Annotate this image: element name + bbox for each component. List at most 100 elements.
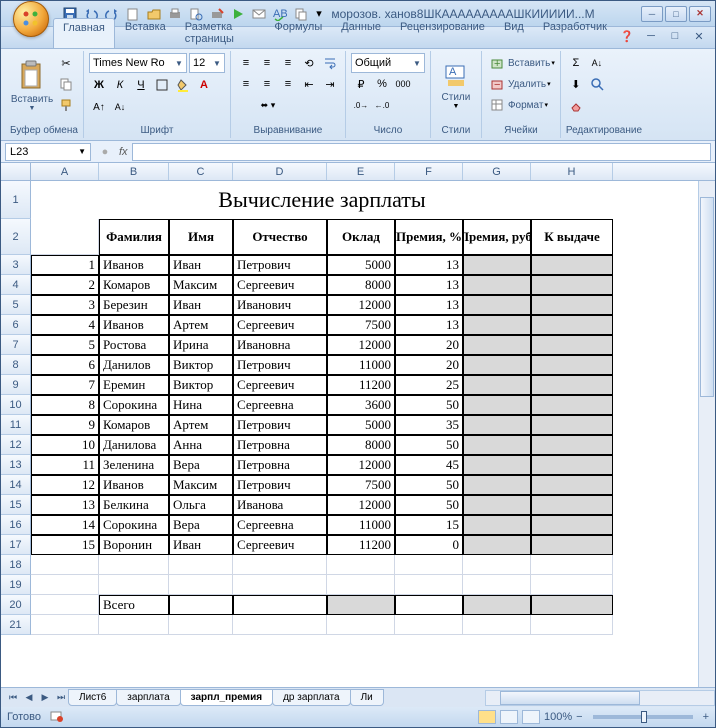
cell[interactable]: 11 xyxy=(31,455,99,475)
cell[interactable]: 45 xyxy=(395,455,463,475)
cell[interactable]: 8 xyxy=(31,395,99,415)
insert-cells-icon[interactable]: + xyxy=(487,53,507,73)
normal-view-button[interactable] xyxy=(478,710,496,724)
cell[interactable]: Артем xyxy=(169,415,233,435)
cell[interactable]: Виктор xyxy=(169,355,233,375)
cell[interactable] xyxy=(169,615,233,635)
fill-icon[interactable]: ⬇ xyxy=(566,74,586,94)
cell[interactable] xyxy=(531,515,613,535)
cell[interactable] xyxy=(327,555,395,575)
ribbon-tab[interactable]: Разметка страницы xyxy=(176,18,265,48)
cell[interactable] xyxy=(31,615,99,635)
cell[interactable]: Петровна xyxy=(233,455,327,475)
cell[interactable]: 12000 xyxy=(327,295,395,315)
cell[interactable]: 0 xyxy=(395,535,463,555)
cell[interactable]: Еремин xyxy=(99,375,169,395)
cell[interactable]: 7500 xyxy=(327,315,395,335)
cell[interactable]: 50 xyxy=(395,435,463,455)
cell[interactable]: 3600 xyxy=(327,395,395,415)
cell[interactable]: 13 xyxy=(395,315,463,335)
cell[interactable]: 4 xyxy=(31,315,99,335)
ribbon-tab[interactable]: Разработчик xyxy=(534,18,616,48)
doc-restore-button[interactable]: □ xyxy=(665,26,685,46)
delete-cells-icon[interactable]: − xyxy=(487,74,507,94)
insert-label[interactable]: Вставить xyxy=(508,58,550,69)
cell[interactable]: Петрович xyxy=(233,255,327,275)
cell[interactable] xyxy=(463,335,531,355)
fx-icon[interactable]: fx xyxy=(119,146,128,158)
cell[interactable] xyxy=(463,475,531,495)
cell[interactable] xyxy=(463,575,531,595)
orientation-icon[interactable]: ⟲ xyxy=(299,53,319,73)
row-header[interactable]: 7 xyxy=(1,335,31,355)
cell[interactable] xyxy=(395,615,463,635)
cell[interactable]: Сергеевич xyxy=(233,535,327,555)
cell[interactable]: Петрович xyxy=(233,415,327,435)
cell[interactable] xyxy=(531,535,613,555)
column-header[interactable]: E xyxy=(327,163,395,180)
row-header[interactable]: 19 xyxy=(1,575,31,595)
formula-input[interactable] xyxy=(132,143,711,161)
zoom-slider[interactable] xyxy=(593,715,693,719)
cell[interactable]: 7 xyxy=(31,375,99,395)
cell[interactable] xyxy=(531,435,613,455)
page-layout-view-button[interactable] xyxy=(500,710,518,724)
row-header[interactable]: 4 xyxy=(1,275,31,295)
italic-icon[interactable]: К xyxy=(110,75,130,95)
cell[interactable] xyxy=(233,575,327,595)
row-header[interactable]: 13 xyxy=(1,455,31,475)
cell[interactable] xyxy=(327,595,395,615)
cell[interactable] xyxy=(99,575,169,595)
cell[interactable] xyxy=(463,395,531,415)
cell[interactable] xyxy=(531,495,613,515)
cell[interactable]: Петрович xyxy=(233,475,327,495)
column-header[interactable]: A xyxy=(31,163,99,180)
grow-font-icon[interactable]: A↑ xyxy=(89,97,109,117)
ribbon-tab[interactable]: Вставка xyxy=(116,18,175,48)
cell[interactable]: Вычисление зарплаты xyxy=(31,181,613,219)
copy-icon[interactable] xyxy=(56,74,76,94)
help-icon[interactable]: ❓ xyxy=(617,26,637,46)
cell[interactable]: 5000 xyxy=(327,255,395,275)
ribbon-tab[interactable]: Главная xyxy=(53,18,115,48)
percent-icon[interactable]: % xyxy=(372,74,392,94)
cell[interactable]: Ирина xyxy=(169,335,233,355)
underline-icon[interactable]: Ч xyxy=(131,75,151,95)
cell[interactable]: Березин xyxy=(99,295,169,315)
bold-icon[interactable]: Ж xyxy=(89,75,109,95)
sheet-tab[interactable]: зарпл_премия xyxy=(180,689,273,706)
cell[interactable]: 50 xyxy=(395,475,463,495)
cell[interactable]: Артем xyxy=(169,315,233,335)
cell[interactable] xyxy=(327,615,395,635)
cell[interactable]: 50 xyxy=(395,495,463,515)
cell[interactable]: Анна xyxy=(169,435,233,455)
cell[interactable]: К выдаче xyxy=(531,219,613,255)
cell[interactable]: 11000 xyxy=(327,355,395,375)
cell[interactable] xyxy=(531,575,613,595)
row-header[interactable]: 6 xyxy=(1,315,31,335)
cell[interactable] xyxy=(463,495,531,515)
sheet-tab[interactable]: Лист6 xyxy=(68,689,117,706)
cell[interactable]: Иванов xyxy=(99,255,169,275)
close-button[interactable]: ✕ xyxy=(689,6,711,22)
ribbon-tab[interactable]: Вид xyxy=(495,18,533,48)
cell[interactable]: 2 xyxy=(31,275,99,295)
cell[interactable]: 11200 xyxy=(327,535,395,555)
cell[interactable]: 13 xyxy=(395,255,463,275)
cell[interactable]: Вера xyxy=(169,455,233,475)
cell[interactable] xyxy=(531,315,613,335)
cell[interactable]: Иван xyxy=(169,535,233,555)
cell[interactable]: Нина xyxy=(169,395,233,415)
zoom-out-button[interactable]: − xyxy=(576,711,582,723)
styles-button[interactable]: A Стили ▼ xyxy=(436,53,476,119)
increase-indent-icon[interactable]: ⇥ xyxy=(320,74,340,94)
cell[interactable] xyxy=(31,219,99,255)
cell[interactable] xyxy=(531,255,613,275)
sort-icon[interactable]: A↓ xyxy=(587,53,607,73)
tab-nav-first[interactable]: ⏮ xyxy=(5,690,21,706)
cell[interactable] xyxy=(531,275,613,295)
cell[interactable]: 20 xyxy=(395,355,463,375)
clear-icon[interactable] xyxy=(566,95,586,115)
cell[interactable]: 20 xyxy=(395,335,463,355)
cell[interactable]: 6 xyxy=(31,355,99,375)
